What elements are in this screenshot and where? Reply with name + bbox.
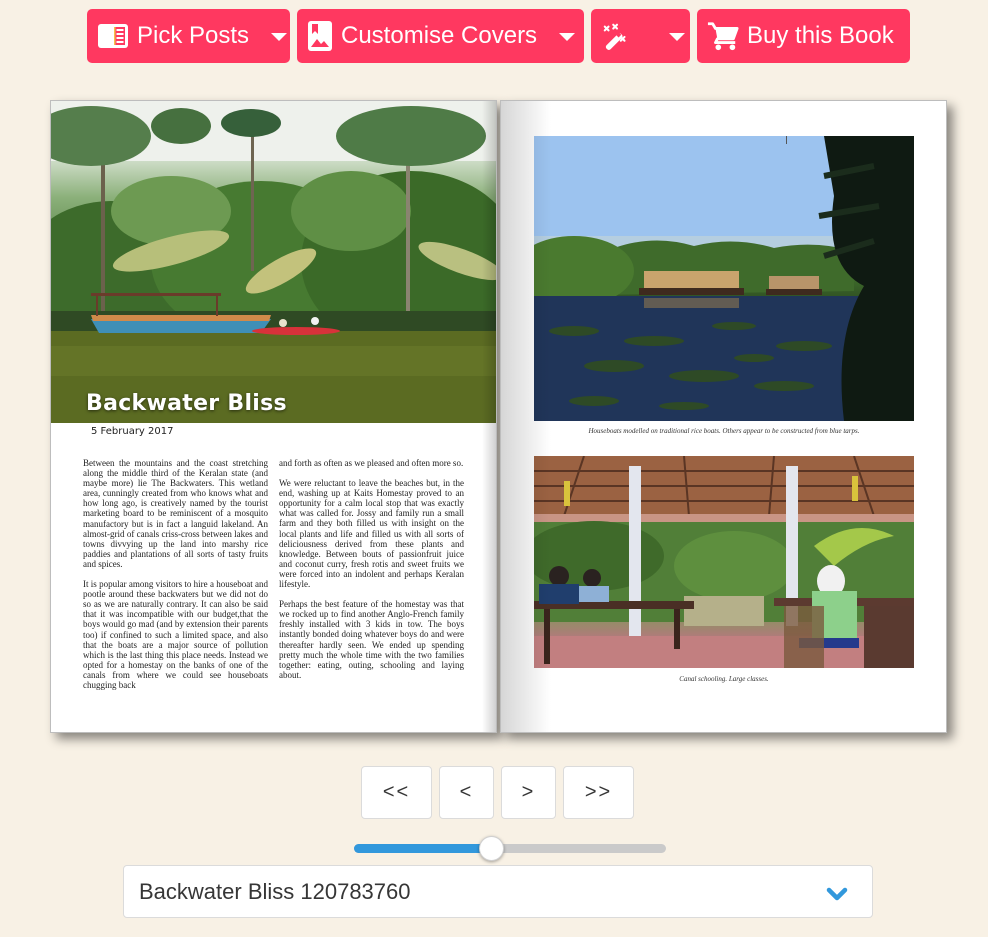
shopping-cart-icon [707,20,739,52]
buy-book-label: Buy this Book [747,22,894,49]
customise-covers-button[interactable]: Customise Covers [297,9,584,63]
paragraph: and forth as often as we pleased and oft… [279,458,464,468]
houseboats-photo [534,136,914,421]
image-bookmark-icon [307,20,333,52]
customise-covers-label: Customise Covers [341,22,538,49]
chevron-down-icon [669,33,685,41]
next-page-button[interactable]: > [501,766,556,819]
previous-page-button[interactable]: < [439,766,494,819]
magic-wand-icon [601,20,633,52]
right-page[interactable]: Houseboats modelled on traditional rice … [500,100,947,733]
post-select[interactable]: Backwater Bliss 120783760 [123,865,873,918]
slider-fill [354,844,492,853]
newspaper-icon [97,20,129,52]
paragraph: Between the mountains and the coast stre… [83,458,268,569]
page-slider[interactable] [354,836,666,861]
paragraph: It is popular among visitors to hire a h… [83,579,268,690]
paragraph: We were reluctant to leave the beaches b… [279,478,464,590]
pick-posts-label: Pick Posts [137,22,250,49]
book-preview: Backwater Bliss 5 February 2017 Between … [50,100,947,733]
buy-book-button[interactable]: Buy this Book [697,9,910,63]
chevron-down-icon [559,33,576,41]
hero-photo: Backwater Bliss [51,101,496,423]
post-date: 5 February 2017 [91,426,174,437]
first-page-button[interactable]: << [361,766,432,819]
post-select-value: Backwater Bliss 120783760 [139,878,411,904]
text-column-2: and forth as often as we pleased and oft… [279,458,464,700]
left-page[interactable]: Backwater Bliss 5 February 2017 Between … [50,100,497,733]
paragraph: Perhaps the best feature of the homestay… [279,599,464,680]
post-title: Backwater Bliss [86,391,287,416]
last-page-button[interactable]: >> [563,766,634,819]
toolbar: Pick Posts Customise Covers Buy this Boo… [87,9,910,63]
text-column-1: Between the mountains and the coast stre… [83,458,268,700]
chevron-down-icon [271,33,288,41]
page-navigation: << < > >> [361,766,634,819]
canal-schooling-photo [534,456,914,668]
pick-posts-button[interactable]: Pick Posts [87,9,290,63]
chevron-down-icon [826,883,848,909]
slider-thumb[interactable] [479,836,505,861]
photo-caption: Houseboats modelled on traditional rice … [588,427,860,435]
post-body: Between the mountains and the coast stre… [83,458,465,700]
magic-options-button[interactable] [591,9,690,63]
photo-caption: Canal schooling. Large classes. [679,675,769,683]
